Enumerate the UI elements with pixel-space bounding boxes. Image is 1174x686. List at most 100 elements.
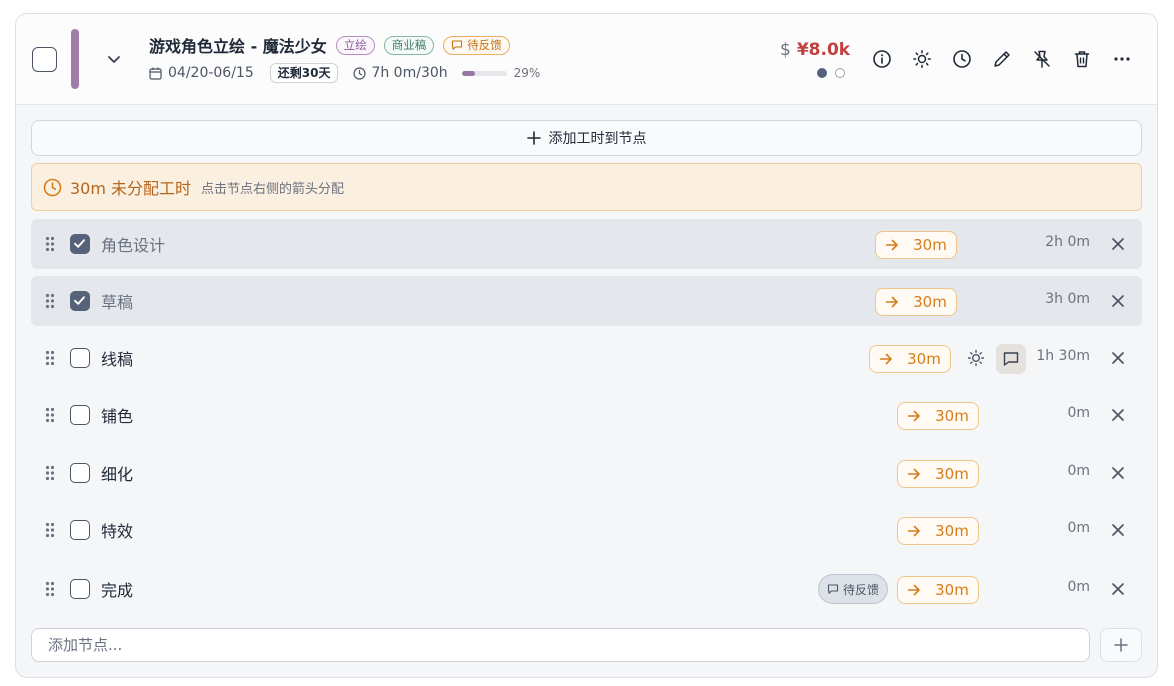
unpin-icon[interactable] <box>1032 49 1052 69</box>
node-time: 0m <box>1067 405 1090 421</box>
price-amount: ¥8.0k <box>796 40 851 60</box>
clock-icon <box>43 178 62 196</box>
chevron-down-icon[interactable] <box>105 50 123 68</box>
payment-dot-unpaid[interactable] <box>835 68 845 78</box>
node-row[interactable]: 特效 30m 0m <box>31 505 1142 555</box>
node-checkbox[interactable] <box>70 579 90 599</box>
node-row[interactable]: 铺色 30m 0m <box>31 390 1142 440</box>
pending-feedback-badge[interactable]: 待反馈 <box>818 574 889 604</box>
drag-handle-icon[interactable] <box>45 293 55 309</box>
node-checkbox[interactable] <box>70 348 90 368</box>
clock-icon <box>353 66 367 80</box>
add-time-label: 添加工时到节点 <box>548 131 647 147</box>
drag-handle-icon[interactable] <box>45 407 55 423</box>
node-checkbox[interactable] <box>70 463 90 483</box>
project-color-bar <box>71 29 79 89</box>
pending-feedback-label: 待反馈 <box>843 582 880 597</box>
node-row[interactable]: 完成 待反馈 30m 0m <box>31 564 1142 614</box>
remaining-days-badge: 还剩30天 <box>269 63 339 83</box>
check-icon <box>74 239 85 248</box>
node-time: 3h 0m <box>1045 291 1090 307</box>
add-time-to-node-button[interactable]: 添加工时到节点 <box>31 120 1142 156</box>
drag-handle-icon[interactable] <box>45 236 55 252</box>
node-time: 1h 30m <box>1036 348 1090 364</box>
arrow-right-icon <box>907 468 920 480</box>
unassigned-time-notice: 30m 未分配工时 点击节点右侧的箭头分配 <box>31 163 1142 211</box>
more-icon[interactable] <box>1112 49 1132 69</box>
sun-icon[interactable] <box>912 49 932 69</box>
sun-icon[interactable] <box>966 348 986 368</box>
close-icon[interactable] <box>1111 351 1125 365</box>
message-icon <box>827 584 839 594</box>
node-label: 铺色 <box>101 407 134 426</box>
project-card: 游戏角色立绘 - 魔法少女 立绘 商业稿 待反馈 04/20-06/15 还剩3… <box>15 13 1158 678</box>
info-icon[interactable] <box>872 49 892 69</box>
message-icon <box>452 40 463 50</box>
close-icon[interactable] <box>1111 466 1125 480</box>
payment-dot-paid[interactable] <box>817 68 827 78</box>
close-icon[interactable] <box>1111 237 1125 251</box>
node-checkbox[interactable] <box>70 405 90 425</box>
assign-time-button[interactable]: 30m <box>897 460 979 488</box>
progress-bar <box>461 70 507 76</box>
assign-amount: 30m <box>935 407 969 425</box>
add-node-input[interactable] <box>31 628 1090 662</box>
node-time: 0m <box>1067 520 1090 536</box>
pencil-icon[interactable] <box>992 49 1012 69</box>
add-node-button[interactable] <box>1100 628 1142 662</box>
trash-icon[interactable] <box>1072 49 1092 69</box>
check-icon <box>74 296 85 305</box>
node-label: 线稿 <box>101 350 134 369</box>
tag-commercial[interactable]: 商业稿 <box>383 35 435 55</box>
close-icon[interactable] <box>1111 582 1125 596</box>
node-label: 完成 <box>101 581 134 600</box>
project-price[interactable]: $ ¥8.0k <box>780 40 850 60</box>
clock-icon[interactable] <box>952 49 972 69</box>
assign-amount: 30m <box>907 350 941 368</box>
node-checkbox[interactable] <box>70 520 90 540</box>
node-row[interactable]: 细化 30m 0m <box>31 448 1142 498</box>
arrow-right-icon <box>885 296 898 308</box>
project-title: 游戏角色立绘 - 魔法少女 <box>149 37 327 56</box>
project-select-checkbox[interactable] <box>32 47 57 72</box>
unassigned-time-text: 30m 未分配工时 <box>70 179 192 198</box>
assign-amount: 30m <box>935 581 969 599</box>
feedback-button[interactable] <box>996 344 1026 374</box>
payment-dots <box>817 68 845 78</box>
drag-handle-icon[interactable] <box>45 350 55 366</box>
close-icon[interactable] <box>1111 408 1125 422</box>
assign-time-button[interactable]: 30m <box>875 288 957 316</box>
node-label: 角色设计 <box>101 236 166 255</box>
drag-handle-icon[interactable] <box>45 465 55 481</box>
tag-pending-feedback[interactable]: 待反馈 <box>443 35 510 55</box>
assign-time-button[interactable]: 30m <box>897 517 979 545</box>
progress-percent: 29% <box>513 66 541 80</box>
assign-amount: 30m <box>913 236 947 254</box>
node-checkbox[interactable] <box>70 291 90 311</box>
tag-label: 待反馈 <box>467 37 502 52</box>
node-row[interactable]: 草稿 30m 3h 0m <box>31 276 1142 326</box>
assign-time-button[interactable]: 30m <box>875 231 957 259</box>
assign-time-button[interactable]: 30m <box>897 576 979 604</box>
project-header: 游戏角色立绘 - 魔法少女 立绘 商业稿 待反馈 04/20-06/15 还剩3… <box>16 14 1157 105</box>
close-icon[interactable] <box>1111 523 1125 537</box>
hours-summary: 7h 0m/30h <box>371 65 448 81</box>
assign-amount: 30m <box>913 293 947 311</box>
drag-handle-icon[interactable] <box>45 522 55 538</box>
close-icon[interactable] <box>1111 294 1125 308</box>
tag-illustration[interactable]: 立绘 <box>335 35 375 55</box>
node-label: 特效 <box>101 522 134 541</box>
node-row[interactable]: 角色设计 30m 2h 0m <box>31 219 1142 269</box>
drag-handle-icon[interactable] <box>45 581 55 597</box>
message-icon <box>1003 352 1019 366</box>
assign-time-button[interactable]: 30m <box>869 345 951 373</box>
unassigned-time-hint: 点击节点右侧的箭头分配 <box>201 181 345 197</box>
assign-time-button[interactable]: 30m <box>897 402 979 430</box>
node-label: 草稿 <box>101 293 134 312</box>
node-row[interactable]: 线稿 30m 1h 30m <box>31 333 1142 383</box>
date-range: 04/20-06/15 <box>168 65 254 81</box>
arrow-right-icon <box>879 353 892 365</box>
node-time: 0m <box>1067 463 1090 479</box>
plus-icon <box>526 131 541 145</box>
node-checkbox[interactable] <box>70 234 90 254</box>
